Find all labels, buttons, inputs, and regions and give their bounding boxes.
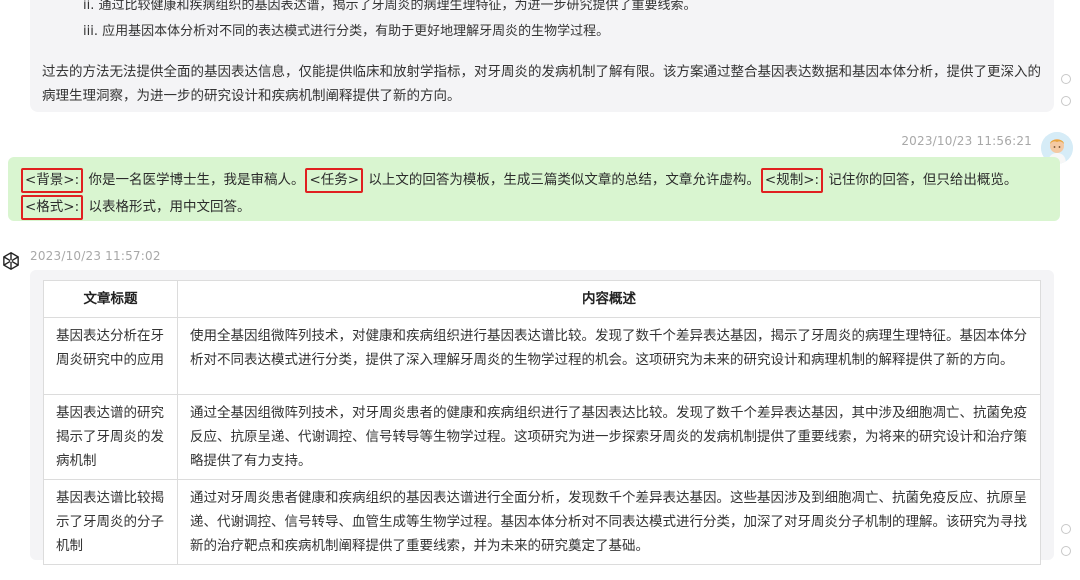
message-action-dot[interactable] (1061, 74, 1071, 84)
chat-view: ii. 通过比较健康和疾病组织的基因表达谱，揭示了牙周炎的病理生理特征，为进一步… (0, 0, 1080, 580)
table-header-row: 文章标题 内容概述 (43, 280, 1041, 318)
prompt-tag-rule: <规制>: (760, 168, 824, 193)
prompt-tag-format: <格式>: (21, 195, 84, 220)
article-title-cell: 基因表达谱比较揭示了牙周炎的分子机制 (43, 479, 178, 565)
article-summary-cell: 通过全基因组微阵列技术，对牙周炎患者的健康和疾病组织进行了基因表达比较。发现了数… (177, 394, 1041, 480)
openai-logo-icon (0, 250, 22, 272)
prev-paragraph: 过去的方法无法提供全面的基因表达信息，仅能提供临床和放射学指标，对牙周炎的发病机… (42, 64, 1041, 104)
prev-list-item: ii. 通过比较健康和疾病组织的基因表达谱，揭示了牙周炎的病理生理特征，为进一步… (83, 0, 697, 13)
prev-list-item: iii. 应用基因本体分析对不同的表达模式进行分类，有助于更好地理解牙周炎的生物… (83, 24, 610, 39)
article-title-cell: 基因表达谱的研究揭示了牙周炎的发病机制 (43, 394, 178, 480)
prompt-text: 以表格形式，用中文回答。 (84, 199, 251, 215)
message-action-dot[interactable] (1061, 546, 1071, 556)
message-action-dot[interactable] (1061, 524, 1071, 534)
table-row: 基因表达谱比较揭示了牙周炎的分子机制 通过对牙周炎患者健康和疾病组织的基因表达谱… (43, 479, 1041, 565)
table-row: 基因表达分析在牙周炎研究中的应用 使用全基因组微阵列技术，对健康和疾病组织进行基… (43, 317, 1041, 395)
article-title-cell: 基因表达分析在牙周炎研究中的应用 (43, 317, 178, 395)
prompt-text: 以上文的回答为模板，生成三篇类似文章的总结，文章允许虚构。 (364, 172, 760, 188)
table-row: 基因表达谱的研究揭示了牙周炎的发病机制 通过全基因组微阵列技术，对牙周炎患者的健… (43, 394, 1041, 480)
header-article-title: 文章标题 (43, 280, 178, 318)
message-action-dot[interactable] (1061, 96, 1071, 106)
user-message-bubble: <背景>: 你是一名医学博士生，我是审稿人。 <任务> 以上文的回答为模板，生成三… (8, 157, 1060, 221)
article-summary-cell: 使用全基因组微阵列技术，对健康和疾病组织进行基因表达谱比较。发现了数千个差异表达… (177, 317, 1041, 395)
article-summary-cell: 通过对牙周炎患者健康和疾病组织的基因表达谱进行全面分析，发现数千个差异表达基因。… (177, 479, 1041, 565)
user-message-timestamp: 2023/10/23 11:56:21 (901, 134, 1032, 148)
ai-message-timestamp: 2023/10/23 11:57:02 (30, 249, 161, 263)
prompt-text: 你是一名医学博士生，我是审稿人。 (84, 172, 305, 188)
summary-table: 文章标题 内容概述 基因表达分析在牙周炎研究中的应用 使用全基因组微阵列技术，对… (43, 280, 1041, 565)
prompt-tag-background: <背景>: (21, 168, 84, 193)
header-content-summary: 内容概述 (177, 280, 1041, 318)
prompt-tag-task: <任务> (305, 168, 364, 193)
prompt-text: 记住你的回答，但只给出概览。 (824, 172, 1018, 188)
